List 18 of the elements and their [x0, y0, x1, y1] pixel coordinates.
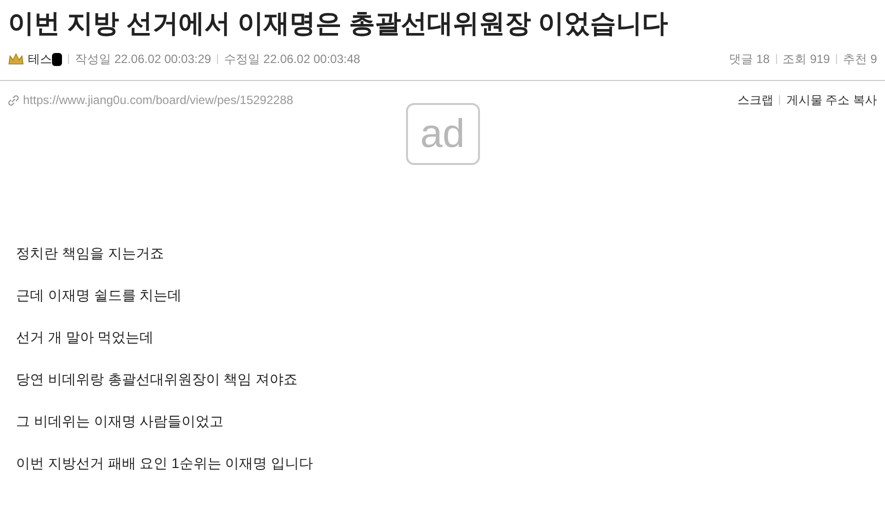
ad-label: ad	[420, 114, 465, 154]
body-paragraph: 근데 이재명 쉴드를 치는데	[16, 286, 183, 305]
post-stat: 조회 919	[782, 51, 830, 68]
body-paragraph: 정치란 책임을 지는거죠	[16, 244, 165, 263]
post-title: 이번 지방 선거에서 이재명은 총괄선대위원장 이었습니다	[8, 7, 670, 40]
post-stat: 추천 9	[842, 51, 877, 68]
action-link[interactable]: 스크랩	[737, 91, 774, 109]
written-date: 작성일 22.06.02 00:03:29	[75, 51, 212, 68]
edited-date: 수정일 22.06.02 00:03:48	[224, 51, 360, 68]
body-paragraph: 그 비데위는 이재명 사람들이었고	[16, 412, 225, 431]
crown-icon	[8, 52, 24, 66]
body-paragraph: 이번 지방선거 패배 요인 1순위는 이재명 입니다	[16, 454, 314, 473]
post-stat: 댓글 18	[728, 51, 770, 68]
link-icon	[8, 94, 19, 106]
body-paragraph: 선거 개 말아 먹었는데	[16, 328, 155, 347]
action-link[interactable]: 게시물 주소 복사	[786, 91, 877, 109]
body-paragraph: 당연 비데위랑 총괄선대위원장이 책임 져야죠	[16, 370, 299, 389]
author-name[interactable]: 테스	[28, 50, 52, 68]
